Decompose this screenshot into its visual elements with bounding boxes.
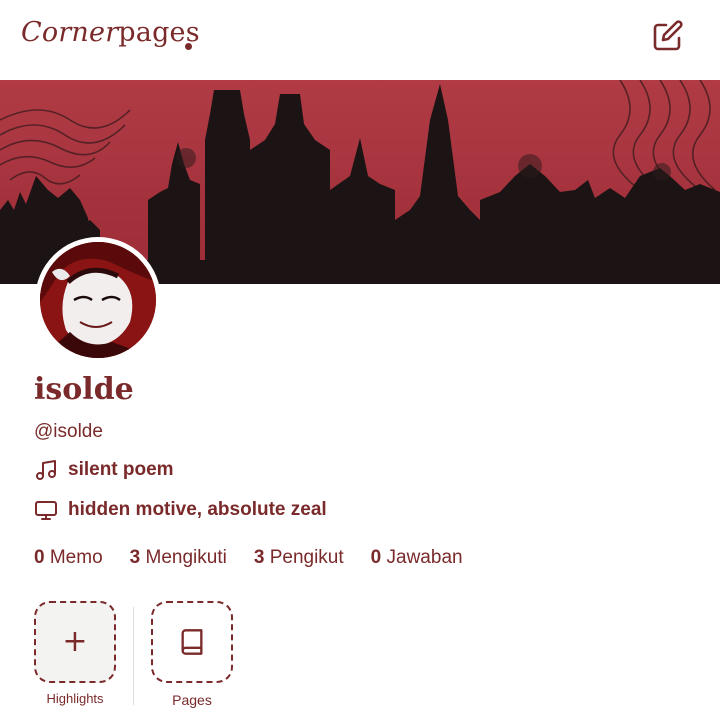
add-highlight-button[interactable]: + (34, 601, 116, 683)
monitor-icon (35, 501, 57, 520)
stat-memo[interactable]: 0 Memo (34, 547, 103, 569)
now-watching-row[interactable]: hidden motive, absolute zeal (34, 497, 327, 523)
stat-followers[interactable]: 3 Pengikut (254, 547, 344, 569)
avatar[interactable] (35, 237, 161, 363)
pages-button[interactable] (151, 601, 233, 683)
stat-answers[interactable]: 0 Jawaban (371, 547, 463, 569)
book-icon (181, 629, 203, 655)
now-watching-text: hidden motive, absolute zeal (68, 499, 327, 520)
highlights-label: Highlights (46, 691, 104, 706)
profile-handle: @isolde (34, 421, 103, 442)
plus-icon: + (62, 624, 88, 659)
now-playing-text: silent poem (68, 459, 174, 480)
logo-dot (185, 43, 192, 50)
app-logo[interactable]: Cornerpages (21, 17, 200, 48)
music-note-icon (36, 460, 56, 480)
profile-name: isolde (34, 372, 134, 407)
highlights-divider (133, 607, 134, 705)
now-playing-row[interactable]: silent poem (34, 457, 174, 483)
pages-label: Pages (172, 692, 212, 708)
logo-part-1: Corner (21, 17, 119, 48)
stat-following[interactable]: 3 Mengikuti (130, 547, 227, 569)
edit-button[interactable] (650, 18, 686, 54)
top-bar: Cornerpages (0, 0, 720, 80)
avatar-image (40, 242, 156, 358)
profile-stats: 0 Memo 3 Mengikuti 3 Pengikut 0 Jawaban (34, 547, 490, 569)
edit-icon (653, 20, 683, 51)
